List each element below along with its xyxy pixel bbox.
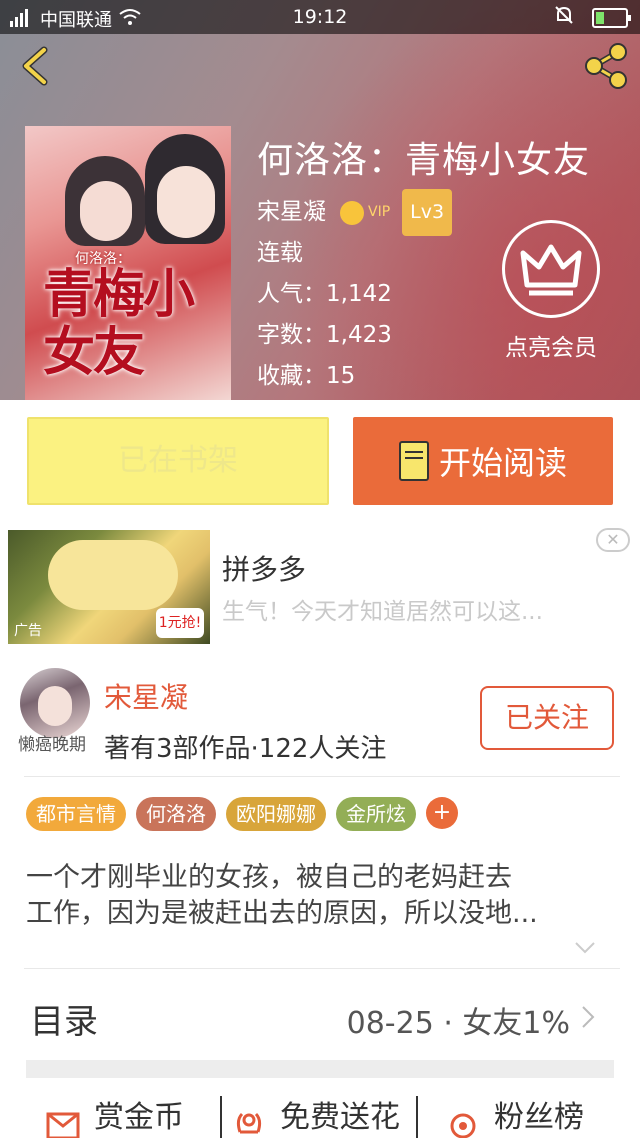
divider [24, 776, 620, 777]
follow-button[interactable]: 已关注 [480, 686, 614, 750]
tag-chip[interactable]: 欧阳娜娜 [226, 797, 326, 831]
action-buttons: 已在书架 开始阅读 [0, 400, 640, 522]
fans-ranking-button[interactable]: 粉丝榜 [446, 1092, 584, 1138]
cover-face [157, 166, 215, 238]
chevron-left-icon [22, 46, 48, 86]
crown-icon [340, 200, 364, 225]
fans-ranking-label: 粉丝榜 [494, 1100, 584, 1135]
book-cover[interactable]: 何洛洛： 青梅小女友 [25, 126, 231, 400]
book-title: 何洛洛：青梅小女友 [257, 140, 591, 181]
synopsis-line: 一个才刚毕业的女孩，被自己的老妈赶去 [26, 862, 512, 893]
crown-icon [502, 220, 600, 318]
book-favorites: 收藏：15 [257, 363, 356, 389]
level-badge: Lv3 [402, 189, 453, 236]
section-separator [26, 1060, 614, 1078]
divider [24, 968, 620, 969]
chevron-down-icon[interactable] [574, 940, 596, 956]
author-stats: 著有3部作品·122人关注 [104, 734, 387, 764]
cover-face [80, 181, 132, 241]
back-button[interactable] [14, 44, 58, 88]
envelope-icon [46, 1112, 80, 1138]
divider [220, 1096, 222, 1138]
tag-list: 都市言情 何洛洛 欧阳娜娜 金所炫 + [26, 797, 458, 831]
ad-banner[interactable]: 1元抢! 广告 拼多多 生气！今天才知道居然可以这... ✕ [0, 522, 640, 658]
vip-badge: VIP [340, 192, 390, 233]
tag-chip[interactable]: 何洛洛 [136, 797, 216, 831]
add-tag-button[interactable]: + [426, 797, 458, 829]
clock: 19:12 [292, 6, 348, 28]
share-icon [585, 43, 627, 89]
ad-image: 1元抢! 广告 [8, 530, 210, 644]
author-name[interactable]: 宋星凝 [104, 676, 188, 716]
start-reading-label: 开始阅读 [438, 444, 567, 482]
avatar[interactable] [20, 668, 90, 738]
synopsis[interactable]: 一个才刚毕业的女孩，被自己的老妈赶去 工作，因为是被赶出去的原因，所以没地... [26, 860, 614, 932]
share-button[interactable] [582, 42, 630, 90]
ad-label: 广告 [14, 623, 42, 639]
divider [416, 1096, 418, 1138]
mute-bell-icon [554, 5, 574, 30]
synopsis-line: 工作，因为是被赶出去的原因，所以没地... [26, 898, 538, 929]
status-bar: 中国联通 19:12 [0, 0, 640, 34]
tag-chip[interactable]: 都市言情 [26, 797, 126, 831]
toc-label: 目录 [30, 1002, 98, 1042]
bottom-actions: 赏金币 免费送花 粉丝榜 [0, 1092, 640, 1138]
medal-icon [450, 1113, 476, 1138]
chevron-right-icon [582, 1006, 595, 1028]
book-icon [398, 441, 429, 481]
vip-label: VIP [368, 204, 391, 220]
reward-coins-button[interactable]: 赏金币 [46, 1092, 184, 1138]
tag-chip[interactable]: 金所炫 [336, 797, 416, 831]
battery-icon [592, 7, 631, 28]
reward-coins-label: 赏金币 [94, 1100, 184, 1135]
ad-description: 生气！今天才知道居然可以这... [222, 599, 543, 625]
author-section: 懒癌晚期 宋星凝 著有3部作品·122人关注 已关注 都市言情 何洛洛 欧阳娜娜… [0, 658, 640, 1138]
latest-chapter: 08-25 · 女友1% [346, 1006, 570, 1041]
start-reading-button[interactable]: 开始阅读 [353, 417, 613, 505]
avatar-caption: 懒癌晚期 [18, 735, 86, 755]
free-flowers-label: 免费送花 [280, 1100, 400, 1135]
bookshelf-button[interactable]: 已在书架 [27, 417, 329, 505]
durian-image [48, 540, 178, 610]
ad-price-badge: 1元抢! [156, 608, 204, 638]
book-author[interactable]: 宋星凝 [257, 192, 326, 233]
member-label: 点亮会员 [505, 335, 597, 361]
free-flowers-button[interactable]: 免费送花 [232, 1092, 400, 1138]
ad-title: 拼多多 [222, 553, 307, 586]
flower-icon [236, 1112, 262, 1134]
close-icon[interactable]: ✕ [596, 528, 630, 552]
cover-title: 青梅小女友 [43, 264, 195, 383]
member-button[interactable]: 点亮会员 [496, 220, 606, 362]
table-of-contents-row[interactable]: 目录 08-25 · 女友1% [0, 970, 640, 1060]
